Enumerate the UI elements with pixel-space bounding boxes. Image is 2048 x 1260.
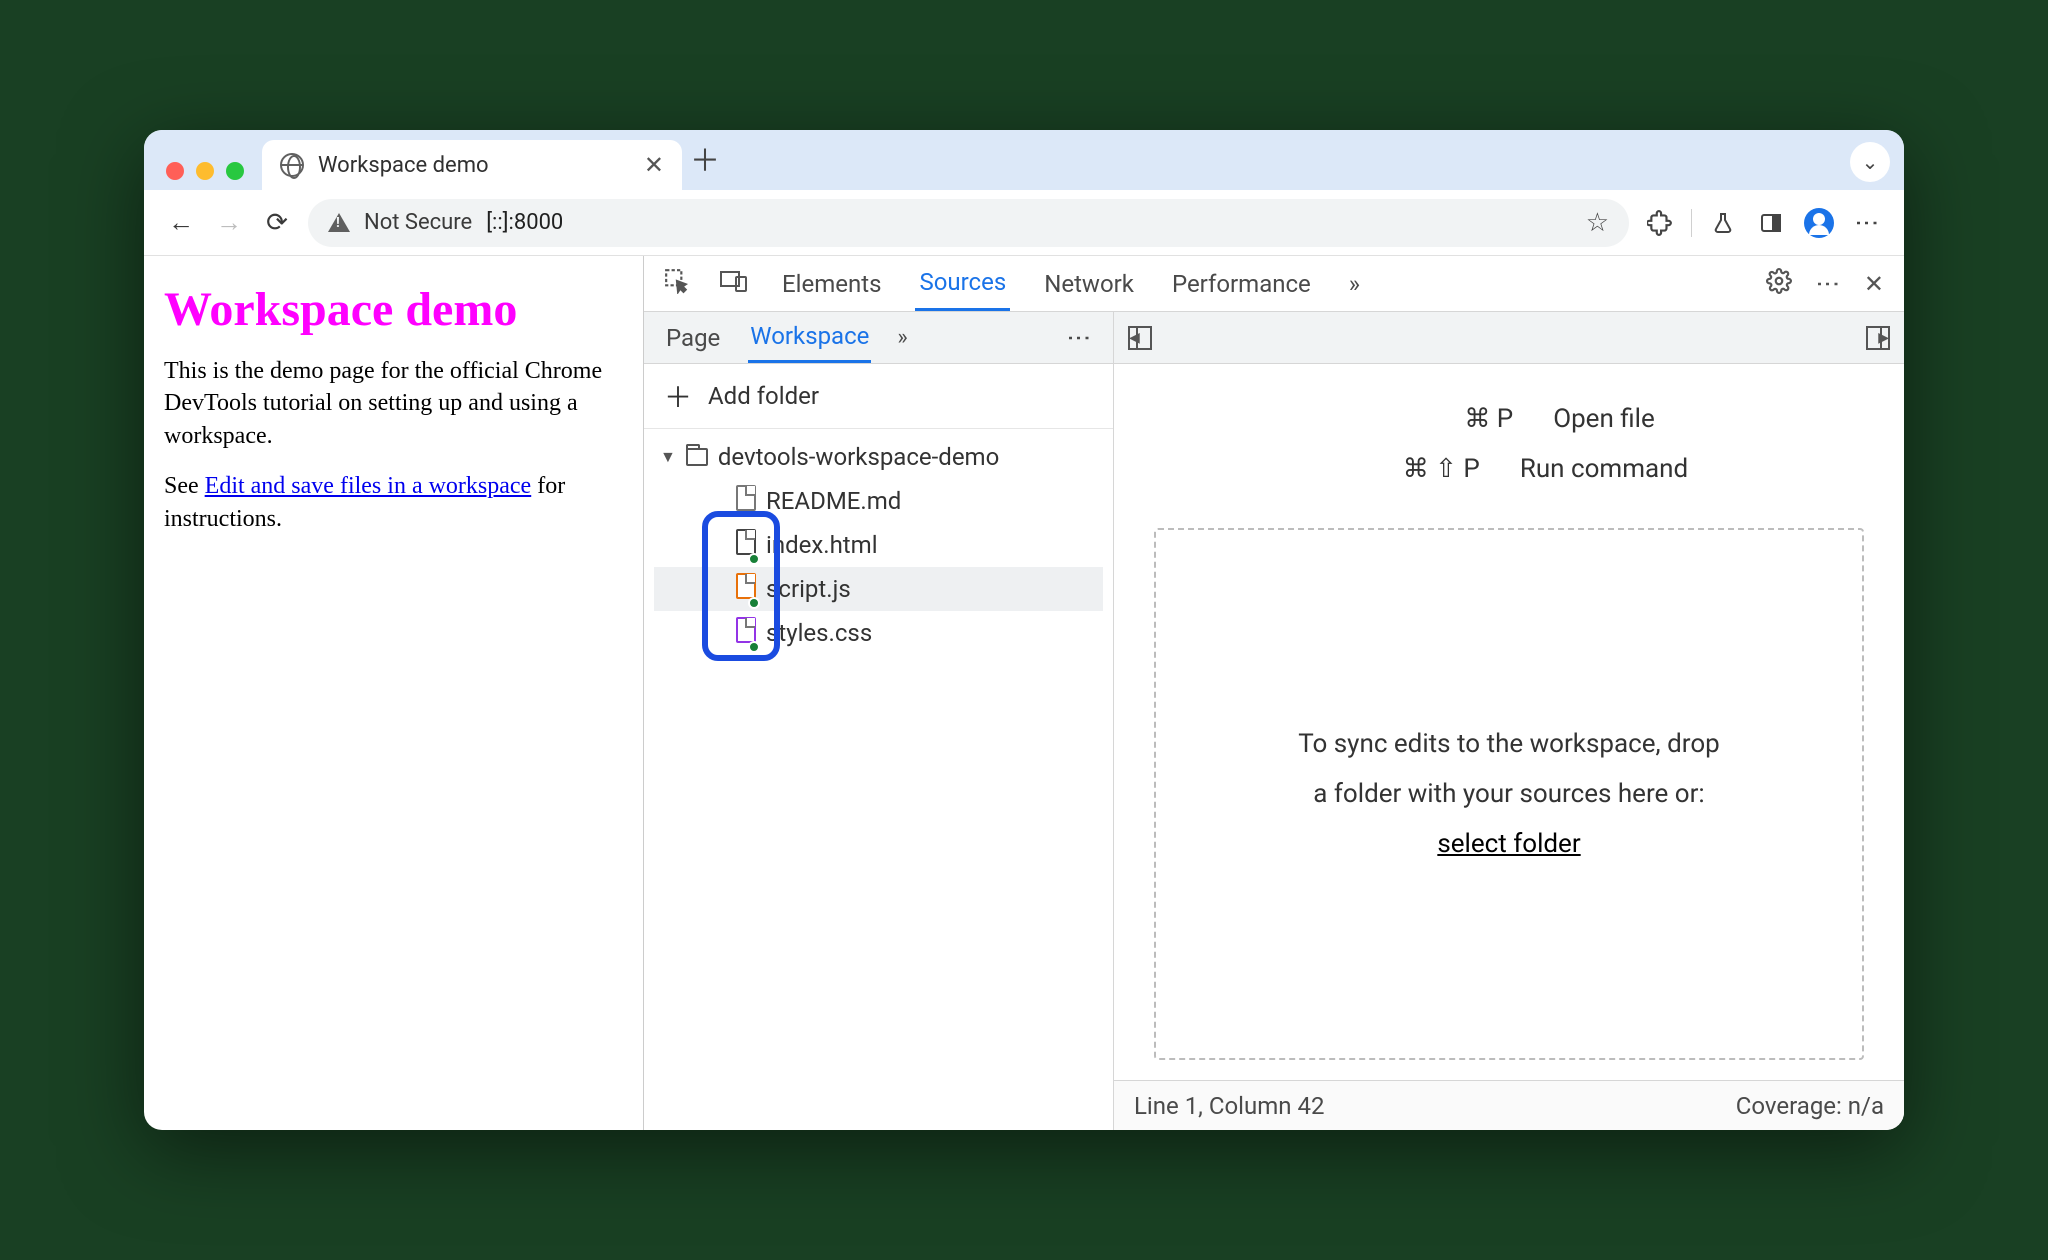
synced-dot-icon [748,597,760,609]
shortcut-run-command: ⌘ ⇧ P Run command [1330,454,1688,484]
browser-tab[interactable]: Workspace demo ✕ [262,140,682,190]
html-file-icon [736,529,756,555]
back-button[interactable]: ← [164,206,198,240]
chrome-menu-button[interactable]: ⋮ [1850,211,1884,235]
workspace-dropzone[interactable]: To sync edits to the workspace, drop a f… [1154,528,1864,1060]
tab-elements[interactable]: Elements [778,258,885,310]
file-name: styles.css [766,619,872,647]
cursor-position: Line 1, Column 42 [1134,1092,1324,1120]
shortcut-label: Open file [1553,404,1655,434]
address-bar[interactable]: Not Secure [::]:8000 ☆ [308,199,1629,247]
editor-statusbar: Line 1, Column 42 Coverage: n/a [1114,1080,1904,1130]
side-panel-icon[interactable] [1754,211,1788,235]
tab-search-button[interactable]: ⌄ [1850,142,1890,182]
tab-performance[interactable]: Performance [1168,258,1315,310]
devtools-body: Page Workspace » ⋮ ＋ Add folder ▼ [644,312,1904,1130]
tab-strip: Workspace demo ✕ ＋ ⌄ [144,130,1904,190]
rendered-page: Workspace demo This is the demo page for… [144,256,644,1130]
add-folder-label: Add folder [708,382,819,410]
toolbar-divider [1691,209,1692,237]
subtab-workspace[interactable]: Workspace [748,312,871,363]
page-paragraph-1: This is the demo page for the official C… [164,355,623,452]
folder-icon [686,448,708,466]
add-folder-button[interactable]: ＋ Add folder [644,364,1113,429]
devtools-main-tabs: Elements Sources Network Performance » ⋮… [644,256,1904,312]
file-name: README.md [766,487,901,515]
select-folder-link[interactable]: select folder [1437,829,1580,859]
sources-pane-menu[interactable]: ⋮ [1065,326,1093,350]
tree-file-row[interactable]: README.md [654,479,1103,523]
browser-toolbar: ← → ⟳ Not Secure [::]:8000 ☆ ⋮ [144,190,1904,256]
more-tabs-button[interactable]: » [1345,258,1364,310]
tab-title: Workspace demo [318,153,489,178]
shortcut-keys: ⌘ P [1363,404,1513,434]
url-text: [::]:8000 [486,210,563,235]
forward-button[interactable]: → [212,206,246,240]
shortcut-label: Run command [1520,454,1688,484]
file-tree: ▼ devtools-workspace-demo README.md [644,429,1113,661]
tab-sources[interactable]: Sources [915,256,1010,311]
file-icon [736,485,756,511]
tree-file-row-selected[interactable]: script.js [654,567,1103,611]
folder-name: devtools-workspace-demo [718,443,999,471]
file-name: script.js [766,575,851,603]
tree-file-row[interactable]: styles.css [654,611,1103,655]
chevron-down-icon: ▼ [660,447,676,467]
dropzone-text: To sync edits to the workspace, drop [1298,729,1720,759]
globe-icon [280,153,304,177]
close-tab-button[interactable]: ✕ [644,153,664,177]
settings-gear-icon[interactable] [1766,268,1792,300]
sources-sub-tabs: Page Workspace » ⋮ [644,312,1113,364]
tree-file-row[interactable]: index.html [654,523,1103,567]
labs-flask-icon[interactable] [1706,211,1740,235]
device-toolbar-icon[interactable] [720,269,748,299]
extensions-icon[interactable] [1643,210,1677,236]
close-window-button[interactable] [166,162,184,180]
tab-network[interactable]: Network [1040,258,1138,310]
new-tab-button[interactable]: ＋ [690,136,720,190]
maximize-window-button[interactable] [226,162,244,180]
dropzone-text: a folder with your sources here or: [1313,779,1704,809]
devtools-panel: Elements Sources Network Performance » ⋮… [644,256,1904,1130]
synced-dot-icon [748,641,760,653]
css-file-icon [736,617,756,643]
shortcut-open-file: ⌘ P Open file [1363,404,1655,434]
show-navigator-button[interactable]: ◀ [1128,326,1152,350]
more-subtabs-button[interactable]: » [897,325,907,350]
sources-file-pane: Page Workspace » ⋮ ＋ Add folder ▼ [644,312,1114,1130]
page-paragraph-2: See Edit and save files in a workspace f… [164,470,623,535]
page-heading: Workspace demo [164,282,623,337]
synced-dot-icon [748,553,760,565]
js-file-icon [736,573,756,599]
devtools-menu-button[interactable]: ⋮ [1814,272,1842,296]
reload-button[interactable]: ⟳ [260,206,294,240]
profile-avatar[interactable] [1802,208,1836,238]
tutorial-link[interactable]: Edit and save files in a workspace [205,473,532,499]
plus-icon: ＋ [664,376,692,416]
not-secure-label: Not Secure [364,210,472,235]
editor-header: ◀ ▶ [1114,312,1904,364]
browser-window: Workspace demo ✕ ＋ ⌄ ← → ⟳ Not Secure [:… [144,130,1904,1130]
editor-shortcuts: ⌘ P Open file ⌘ ⇧ P Run command [1114,364,1904,514]
tree-folder-row[interactable]: ▼ devtools-workspace-demo [654,435,1103,479]
close-devtools-button[interactable]: ✕ [1864,270,1884,298]
subtab-page[interactable]: Page [664,314,722,362]
show-debugger-button[interactable]: ▶ [1866,326,1890,350]
bookmark-star-icon[interactable]: ☆ [1586,208,1609,238]
page-text: See [164,473,205,499]
coverage-status: Coverage: n/a [1736,1092,1884,1120]
window-controls [158,162,254,190]
shortcut-keys: ⌘ ⇧ P [1330,454,1480,484]
warning-triangle-icon [328,213,350,232]
editor-pane: ◀ ▶ ⌘ P Open file ⌘ ⇧ P Run command [1114,312,1904,1130]
minimize-window-button[interactable] [196,162,214,180]
file-name: index.html [766,531,878,559]
content-area: Workspace demo This is the demo page for… [144,256,1904,1130]
inspect-element-icon[interactable] [664,268,690,300]
